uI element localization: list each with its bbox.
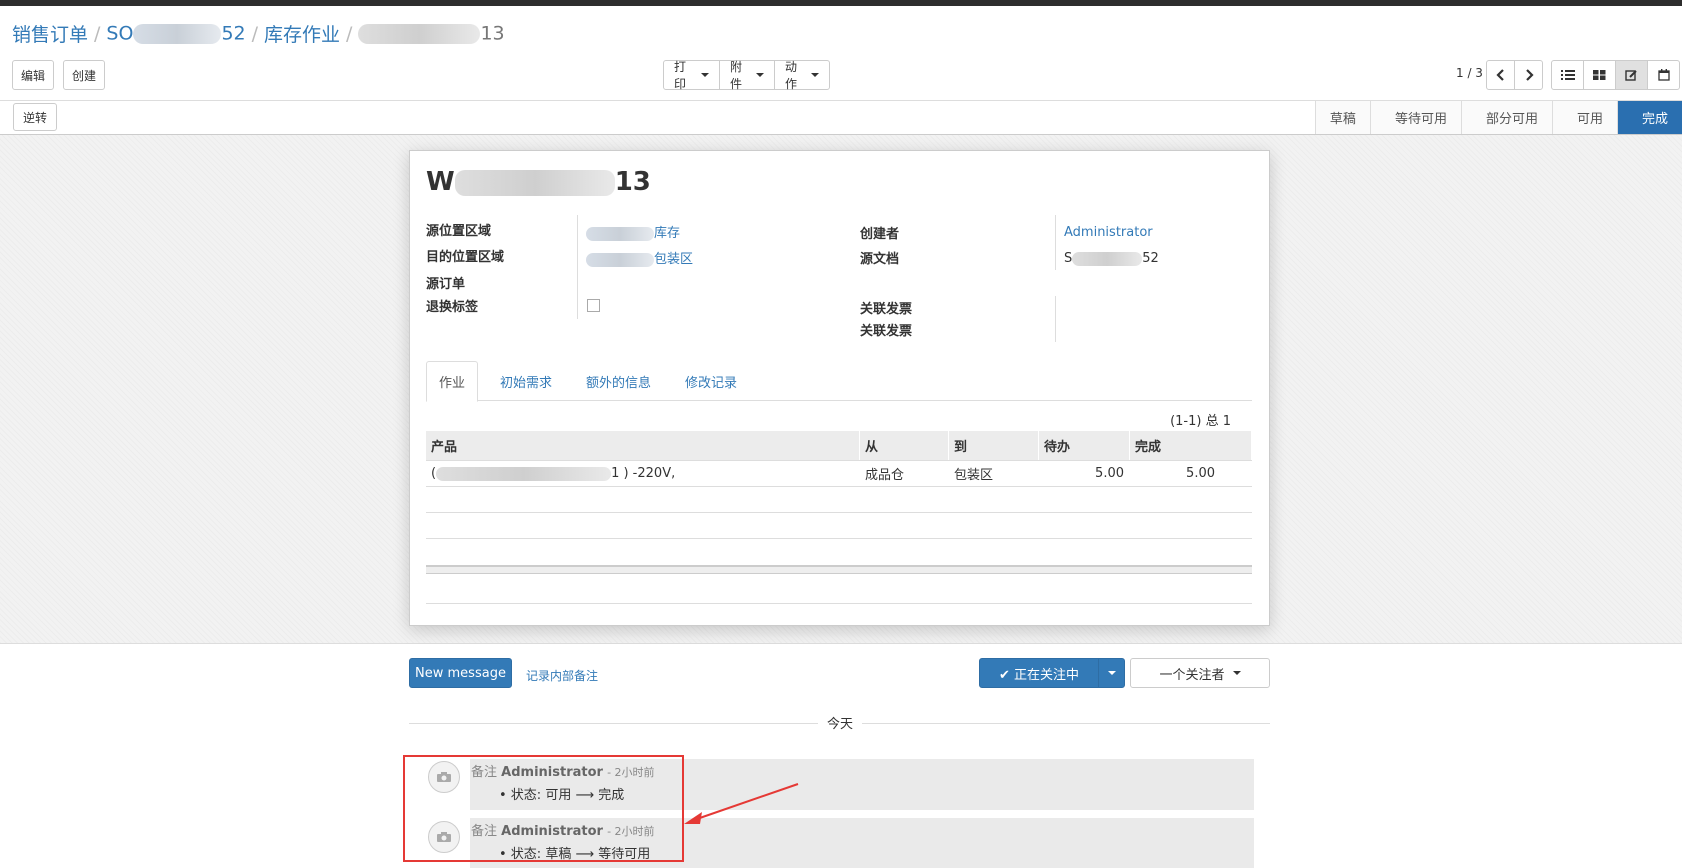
- table-row[interactable]: (1 ) -220V, 成品仓 包装区 5.00 5.00: [426, 461, 1252, 487]
- label-creator: 创建者: [860, 227, 900, 242]
- label-source-location: 源位置区域: [426, 224, 492, 239]
- table-row: [426, 539, 1252, 565]
- attachments-dropdown[interactable]: 附件: [719, 60, 775, 91]
- create-button[interactable]: 创建: [63, 60, 105, 90]
- col-todo[interactable]: 待办: [1039, 431, 1130, 460]
- return-tag-checkbox[interactable]: [587, 299, 600, 312]
- col-from[interactable]: 从: [860, 431, 949, 460]
- list-icon: [1560, 70, 1575, 80]
- caret-down-icon: [701, 73, 709, 77]
- view-switcher: [1551, 60, 1680, 90]
- col-done[interactable]: 完成: [1130, 431, 1252, 460]
- new-message-button[interactable]: New message: [409, 658, 512, 688]
- label-source-order: 源订单: [426, 277, 466, 292]
- calendar-icon: [1657, 69, 1670, 81]
- print-dropdown[interactable]: 打印: [663, 60, 720, 91]
- action-dropdown[interactable]: 动作: [774, 60, 830, 91]
- breadcrumb-stock-ops[interactable]: 库存作业: [264, 24, 340, 46]
- calendar-view-button[interactable]: [1647, 60, 1680, 90]
- cell-done: 5.00: [1130, 461, 1221, 486]
- control-panel: 销售订单 / SO 52/库存作业/13 编辑 创建 打印 附件 动作 1 / 3: [0, 6, 1682, 101]
- log-note-link[interactable]: 记录内部备注: [526, 667, 598, 684]
- table-footer: [426, 565, 1252, 574]
- table-row: [426, 513, 1252, 539]
- label-related-invoice-2: 关联发票: [860, 324, 913, 339]
- date-label: 今天: [818, 713, 862, 732]
- tab-initial-demand[interactable]: 初始需求: [488, 361, 564, 401]
- followers-dropdown[interactable]: 一个关注者: [1130, 658, 1270, 688]
- creator-link[interactable]: Administrator: [1064, 225, 1153, 240]
- table-row: [426, 574, 1252, 604]
- source-document-value: S 52: [1064, 251, 1159, 266]
- cell-from: 成品仓: [860, 461, 949, 486]
- pager-next-button[interactable]: [1514, 60, 1543, 90]
- redacted-title: [454, 169, 615, 196]
- tab-history[interactable]: 修改记录: [673, 361, 749, 401]
- edit-button[interactable]: 编辑: [12, 60, 54, 90]
- cell-product: (1 ) -220V,: [426, 461, 860, 486]
- redacted-so-number: [133, 23, 222, 44]
- status-stages: 草稿 等待可用 部分可用 可用 完成: [1314, 101, 1682, 134]
- operations-table: 产品 从 到 待办 完成 (1 ) -220V, 成品仓 包装区 5.00 5.…: [426, 431, 1252, 604]
- notebook-tabs: 作业 初始需求 额外的信息 修改记录: [426, 361, 1252, 402]
- kanban-view-button[interactable]: [1583, 60, 1616, 90]
- stage-draft[interactable]: 草稿: [1314, 101, 1370, 134]
- caret-down-icon: [1232, 671, 1241, 675]
- pager-previous-button[interactable]: [1486, 60, 1515, 90]
- following-button[interactable]: ✔ 正在关注中: [979, 658, 1099, 688]
- cell-todo: 5.00: [1039, 461, 1130, 486]
- reverse-button[interactable]: 逆转: [13, 103, 57, 131]
- field-separator: [577, 215, 578, 319]
- stage-done[interactable]: 完成: [1616, 101, 1682, 134]
- caret-down-icon: [811, 73, 819, 77]
- tab-operations[interactable]: 作业: [426, 361, 479, 402]
- stage-available[interactable]: 可用: [1551, 101, 1617, 134]
- breadcrumb-so-start[interactable]: SO: [106, 23, 133, 45]
- chevron-left-icon: [1495, 69, 1504, 81]
- record-title: W 13: [426, 167, 651, 197]
- cell-to: 包装区: [949, 461, 1039, 486]
- breadcrumb-so-end[interactable]: 52: [221, 23, 245, 45]
- sidebar-actions: 打印 附件 动作: [663, 60, 830, 91]
- record-count: (1-1) 总 1: [1170, 414, 1231, 429]
- kanban-icon: [1593, 70, 1606, 80]
- annotation-arrow-icon: [684, 783, 799, 824]
- annotation-highlight-box: [403, 755, 684, 862]
- label-related-invoice: 关联发票: [860, 302, 913, 317]
- table-header: 产品 从 到 待办 完成: [426, 431, 1252, 461]
- list-view-button[interactable]: [1551, 60, 1584, 90]
- breadcrumb-sales-orders[interactable]: 销售订单: [12, 24, 88, 46]
- stage-waiting[interactable]: 等待可用: [1369, 101, 1461, 134]
- pager-buttons: [1486, 60, 1543, 90]
- breadcrumb: 销售订单 / SO 52/库存作业/13: [12, 22, 505, 47]
- stage-partially-available[interactable]: 部分可用: [1460, 101, 1552, 134]
- label-dest-location: 目的位置区域: [426, 250, 505, 265]
- field-separator-right-2: [1055, 296, 1056, 342]
- dest-location-link[interactable]: 包装区: [586, 248, 693, 267]
- form-sheet: W 13 源位置区域 目的位置区域 源订单 退换标签 库存 包装区 创建者 源文档…: [409, 150, 1270, 626]
- caret-down-icon: [756, 73, 764, 77]
- following-dropdown-toggle[interactable]: [1098, 658, 1125, 688]
- chevron-right-icon: [1525, 69, 1534, 81]
- tab-extra-info[interactable]: 额外的信息: [574, 361, 663, 401]
- breadcrumb-current: 13: [480, 22, 505, 45]
- pager-value: 1 / 3: [1456, 66, 1483, 80]
- col-to[interactable]: 到: [949, 431, 1039, 460]
- label-return-tag: 退换标签: [426, 300, 479, 315]
- edit-form-icon: [1625, 69, 1637, 81]
- table-row: [426, 487, 1252, 513]
- source-location-link[interactable]: 库存: [586, 222, 680, 241]
- field-separator-right: [1055, 215, 1056, 270]
- form-view-button[interactable]: [1615, 60, 1648, 90]
- label-source-document: 源文档: [860, 252, 900, 267]
- col-product[interactable]: 产品: [426, 431, 860, 460]
- redacted-picking-number: [358, 23, 481, 44]
- caret-down-icon: [1107, 671, 1116, 675]
- form-statusbar: 逆转 草稿 等待可用 部分可用 可用 完成: [0, 101, 1682, 135]
